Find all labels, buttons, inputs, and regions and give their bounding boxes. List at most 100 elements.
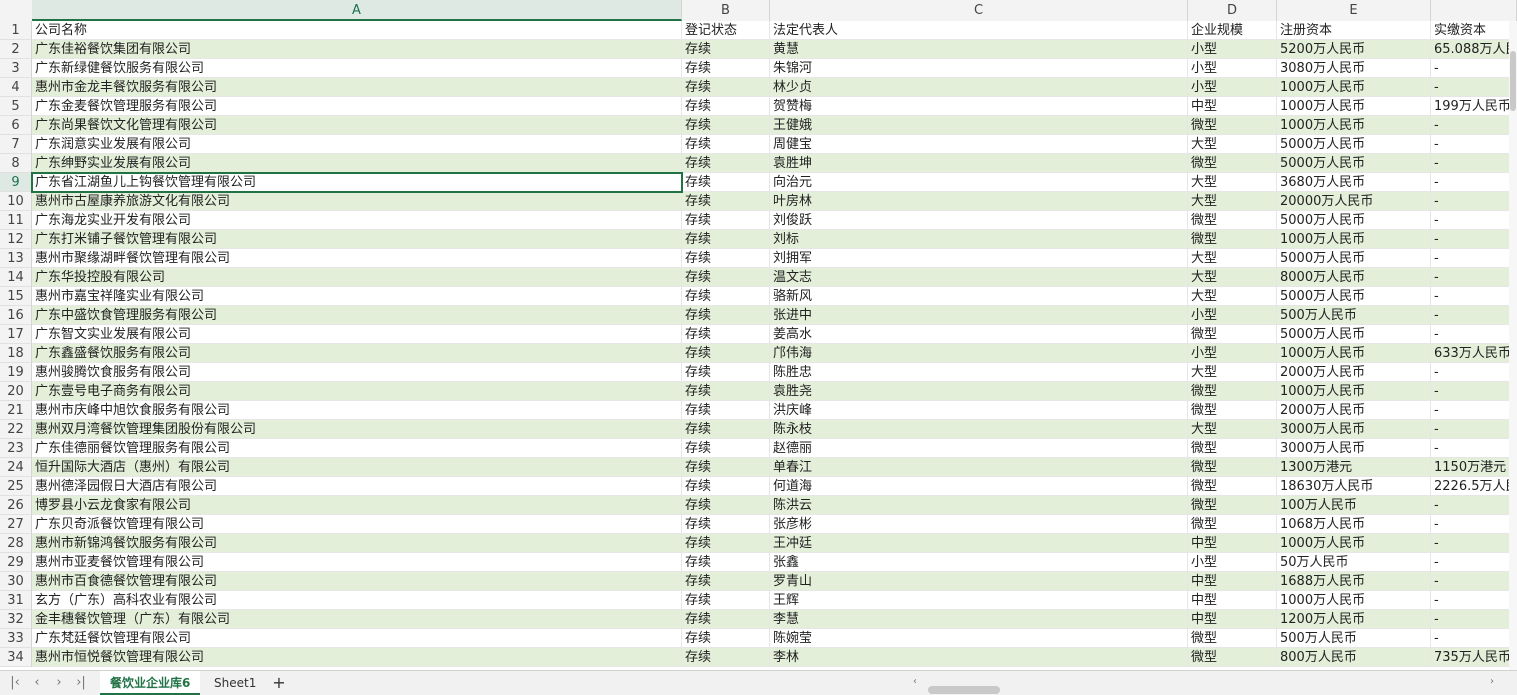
row-number[interactable]: 26	[0, 496, 32, 515]
table-cell[interactable]: 存续	[682, 458, 770, 477]
table-cell[interactable]: -	[1431, 287, 1517, 306]
table-cell[interactable]: 惠州双月湾餐饮管理集团股份有限公司	[32, 420, 682, 439]
row-number[interactable]: 15	[0, 287, 32, 306]
row-number[interactable]: 22	[0, 420, 32, 439]
table-cell[interactable]: 500万人民币	[1277, 629, 1431, 648]
table-cell[interactable]: 存续	[682, 648, 770, 667]
table-cell[interactable]: 温文志	[770, 268, 1188, 287]
row-number[interactable]: 34	[0, 648, 32, 667]
table-cell[interactable]: -	[1431, 306, 1517, 325]
table-cell[interactable]: 惠州市庆峰中旭饮食服务有限公司	[32, 401, 682, 420]
table-cell[interactable]: 小型	[1188, 306, 1277, 325]
table-cell[interactable]: 林少贞	[770, 78, 1188, 97]
table-cell[interactable]: 大型	[1188, 173, 1277, 192]
last-sheet-icon[interactable]: ›|	[72, 674, 90, 692]
prev-sheet-icon[interactable]: ‹	[28, 674, 46, 692]
table-cell[interactable]: 广东鑫盛餐饮服务有限公司	[32, 344, 682, 363]
table-cell[interactable]: 陈婉莹	[770, 629, 1188, 648]
table-cell[interactable]: 1000万人民币	[1277, 382, 1431, 401]
row-number[interactable]: 12	[0, 230, 32, 249]
table-cell[interactable]: 广东梵廷餐饮管理有限公司	[32, 629, 682, 648]
table-cell[interactable]: 1068万人民币	[1277, 515, 1431, 534]
column-title-cell[interactable]: 法定代表人	[770, 21, 1188, 40]
table-cell[interactable]: 5000万人民币	[1277, 287, 1431, 306]
table-cell[interactable]: 存续	[682, 116, 770, 135]
table-cell[interactable]: 8000万人民币	[1277, 268, 1431, 287]
column-title-cell[interactable]: 登记状态	[682, 21, 770, 40]
column-header-a[interactable]: A	[32, 0, 682, 21]
row-number[interactable]: 17	[0, 325, 32, 344]
table-cell[interactable]: 微型	[1188, 116, 1277, 135]
table-cell[interactable]: 罗青山	[770, 572, 1188, 591]
table-cell[interactable]: 存续	[682, 477, 770, 496]
table-cell[interactable]: 2000万人民币	[1277, 363, 1431, 382]
table-cell[interactable]: -	[1431, 420, 1517, 439]
table-cell[interactable]: 陈永枝	[770, 420, 1188, 439]
table-cell[interactable]: 袁胜坤	[770, 154, 1188, 173]
table-cell[interactable]: 存续	[682, 382, 770, 401]
table-cell[interactable]: 中型	[1188, 97, 1277, 116]
row-number[interactable]: 25	[0, 477, 32, 496]
table-cell[interactable]: 存续	[682, 211, 770, 230]
row-number[interactable]: 13	[0, 249, 32, 268]
table-cell[interactable]: 存续	[682, 420, 770, 439]
table-cell[interactable]: 广东壹号电子商务有限公司	[32, 382, 682, 401]
row-number[interactable]: 8	[0, 154, 32, 173]
table-cell[interactable]: 小型	[1188, 344, 1277, 363]
table-cell[interactable]: 1200万人民币	[1277, 610, 1431, 629]
table-cell[interactable]: 贺赞梅	[770, 97, 1188, 116]
table-cell[interactable]: 骆新风	[770, 287, 1188, 306]
column-header-f[interactable]	[1431, 0, 1517, 21]
row-number[interactable]: 10	[0, 192, 32, 211]
table-cell[interactable]: 微型	[1188, 458, 1277, 477]
table-cell[interactable]: 633万人民币	[1431, 344, 1517, 363]
table-cell[interactable]: 存续	[682, 496, 770, 515]
row-number[interactable]: 18	[0, 344, 32, 363]
table-cell[interactable]: 800万人民币	[1277, 648, 1431, 667]
table-cell[interactable]: 惠州市嘉宝祥隆实业有限公司	[32, 287, 682, 306]
table-cell[interactable]: 叶房林	[770, 192, 1188, 211]
table-cell[interactable]: 小型	[1188, 553, 1277, 572]
row-number[interactable]: 33	[0, 629, 32, 648]
row-number[interactable]: 1	[0, 21, 32, 40]
table-cell[interactable]: 广东新绿健餐饮服务有限公司	[32, 59, 682, 78]
table-cell[interactable]: 存续	[682, 287, 770, 306]
table-cell[interactable]: 邝伟海	[770, 344, 1188, 363]
table-cell[interactable]: 20000万人民币	[1277, 192, 1431, 211]
table-cell[interactable]: 惠州市亚麦餐饮管理有限公司	[32, 553, 682, 572]
table-cell[interactable]: -	[1431, 173, 1517, 192]
row-number[interactable]: 31	[0, 591, 32, 610]
row-number[interactable]: 7	[0, 135, 32, 154]
table-cell[interactable]: 存续	[682, 59, 770, 78]
table-cell[interactable]: 金丰穗餐饮管理（广东）有限公司	[32, 610, 682, 629]
table-cell[interactable]: 洪庆峰	[770, 401, 1188, 420]
table-cell[interactable]: 小型	[1188, 40, 1277, 59]
table-cell[interactable]: 微型	[1188, 477, 1277, 496]
table-cell[interactable]: 陈胜忠	[770, 363, 1188, 382]
table-cell[interactable]: 周健宝	[770, 135, 1188, 154]
table-cell[interactable]: 黄慧	[770, 40, 1188, 59]
table-cell[interactable]: 存续	[682, 534, 770, 553]
table-cell[interactable]: -	[1431, 572, 1517, 591]
row-number[interactable]: 16	[0, 306, 32, 325]
table-cell[interactable]: 1300万港元	[1277, 458, 1431, 477]
table-cell[interactable]: 存续	[682, 97, 770, 116]
table-cell[interactable]: 存续	[682, 268, 770, 287]
table-cell[interactable]: 广东海龙实业开发有限公司	[32, 211, 682, 230]
table-cell[interactable]: 5000万人民币	[1277, 249, 1431, 268]
table-cell[interactable]: 惠州市古屋康养旅游文化有限公司	[32, 192, 682, 211]
row-number[interactable]: 2	[0, 40, 32, 59]
table-cell[interactable]: 5200万人民币	[1277, 40, 1431, 59]
table-cell[interactable]: 广东智文实业发展有限公司	[32, 325, 682, 344]
table-cell[interactable]: -	[1431, 116, 1517, 135]
table-cell[interactable]: 张彦彬	[770, 515, 1188, 534]
table-cell[interactable]: 何道海	[770, 477, 1188, 496]
table-cell[interactable]: 广东佳裕餐饮集团有限公司	[32, 40, 682, 59]
table-cell[interactable]: 存续	[682, 439, 770, 458]
table-cell[interactable]: 1000万人民币	[1277, 534, 1431, 553]
table-cell[interactable]: 小型	[1188, 78, 1277, 97]
table-cell[interactable]: 向治元	[770, 173, 1188, 192]
row-number[interactable]: 5	[0, 97, 32, 116]
table-cell[interactable]: 1000万人民币	[1277, 230, 1431, 249]
table-cell[interactable]: -	[1431, 610, 1517, 629]
